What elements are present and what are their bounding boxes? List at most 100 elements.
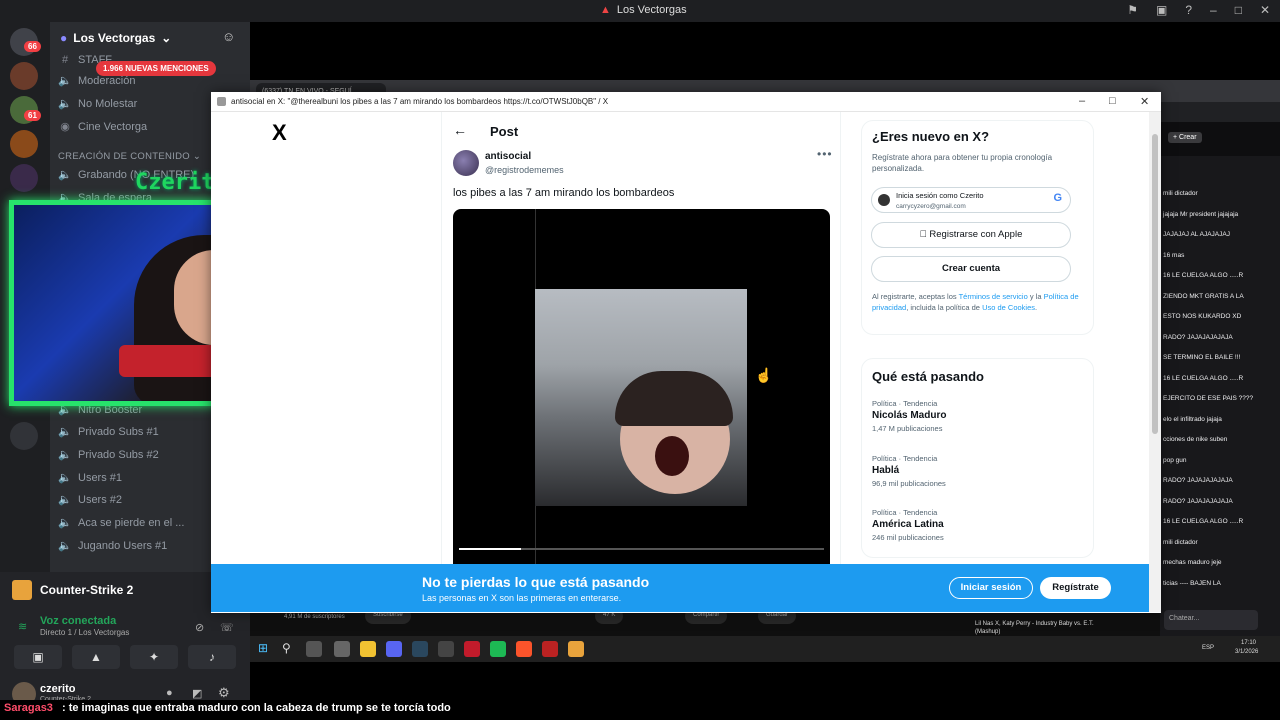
more-options-icon[interactable]: ••• (817, 147, 833, 161)
chat-message: elo el infiltrado jajaja (1163, 415, 1222, 423)
x-browser-window: antisocial en X: "@therealbuni los pibes… (211, 92, 1161, 613)
chat-message: SE TERMINO EL BAILE !!! (1163, 354, 1241, 361)
maximize-icon[interactable]: □ (1235, 3, 1242, 17)
add-member-icon[interactable]: ☺ (222, 29, 235, 44)
discord-icon[interactable] (386, 641, 402, 657)
user-name: czerito (40, 683, 76, 695)
signup-button[interactable]: Regístrate (1040, 577, 1111, 599)
disconnect-icon[interactable]: ☏ (220, 621, 234, 634)
activities-icon: ✦ (148, 650, 160, 664)
speaker-icon: 🔈 (58, 169, 72, 181)
create-button[interactable]: + Crear (1168, 132, 1202, 143)
caption-message: : te imaginas que entraba maduro con la … (62, 702, 451, 714)
trending-title: Qué está pasando (872, 369, 984, 384)
author-handle[interactable]: @registrodememes (485, 165, 564, 175)
brave-icon[interactable] (516, 641, 532, 657)
twitch-chat: + Crear mili dictador jajaja Mr president… (1160, 122, 1280, 640)
app-icon[interactable] (542, 641, 558, 657)
video-hair (615, 371, 733, 426)
server-icon[interactable] (10, 62, 38, 90)
close-icon[interactable]: ✕ (1260, 3, 1270, 17)
explorer-icon[interactable] (360, 641, 376, 657)
settings-icon[interactable]: ⚙ (218, 685, 230, 701)
start-icon[interactable]: ⊞ (258, 641, 274, 657)
server-icon[interactable] (10, 164, 38, 192)
chat-message: pop gun (1163, 456, 1187, 464)
channel-item[interactable]: 🔈 Jugando Users #1 (58, 539, 167, 553)
screen-share-button[interactable]: ▲ (72, 645, 120, 669)
discover-icon[interactable] (10, 422, 38, 450)
x-window-title: antisocial en X: "@therealbuni los pibes… (231, 97, 609, 106)
minimize-icon[interactable]: – (1210, 3, 1217, 17)
channel-item[interactable]: 🔈 Privado Subs #2 (58, 448, 159, 462)
speaker-icon: 🔈 (58, 426, 72, 438)
banner-subtitle: Las personas en X son las primeras en en… (422, 593, 622, 603)
app-icon[interactable] (334, 641, 350, 657)
signup-title: ¿Eres nuevo en X? (872, 129, 990, 144)
window-app-icon (217, 97, 226, 106)
video-progress-bar[interactable] (459, 548, 824, 550)
trend-item[interactable]: Política · Tendencia Hablá 96,9 mil publ… (872, 454, 946, 488)
channel-item[interactable]: 🔈 Users #1 (58, 471, 122, 485)
noise-suppression-icon[interactable]: ⊘ (195, 621, 204, 634)
maximize-icon[interactable]: □ (1109, 95, 1116, 107)
cookies-link[interactable]: Uso de Cookies (982, 303, 1035, 312)
scrollbar-thumb[interactable] (1152, 134, 1158, 434)
task-view-icon[interactable] (306, 641, 322, 657)
speaker-icon: 🔈 (58, 472, 72, 484)
mouse-cursor-icon: ☝ (755, 367, 773, 383)
close-icon[interactable]: ✕ (1140, 95, 1149, 108)
voice-channel[interactable]: Directo 1 / Los Vectorgas (40, 628, 129, 637)
chat-message: mili dictador (1163, 190, 1198, 197)
mic-icon[interactable]: ● (166, 687, 173, 699)
login-button[interactable]: Iniciar sesión (949, 577, 1033, 599)
author-name[interactable]: antisocial (485, 151, 531, 162)
chat-message: EJERCITO DE ESE PAIS ???? (1163, 395, 1254, 402)
apple-icon:  (920, 229, 927, 240)
trend-item[interactable]: Política · Tendencia América Latina 246 … (872, 508, 944, 542)
search-icon[interactable]: ⚲ (282, 641, 298, 657)
channel-item[interactable]: 🔈 Aca se pierde en el ... (58, 516, 184, 530)
subscriber-count: 4,91 M de suscriptores (284, 614, 345, 620)
author-avatar[interactable] (453, 150, 479, 176)
cs2-icon[interactable] (568, 641, 584, 657)
server-icon[interactable] (10, 130, 38, 158)
apple-signup-button[interactable]:  Registrarse con Apple (871, 222, 1071, 248)
language-indicator[interactable]: ESP (1202, 645, 1214, 651)
headphones-icon[interactable]: ◩ (192, 687, 202, 700)
speaker-icon: 🔈 (58, 540, 72, 552)
soundboard-button[interactable]: ♪ (188, 645, 236, 669)
channel-item[interactable]: ◉ Cine Vectorga (58, 120, 147, 134)
create-account-button[interactable]: Crear cuenta (871, 256, 1071, 282)
screen-icon[interactable]: ▣ (1156, 3, 1167, 17)
video-player[interactable] (453, 209, 830, 565)
next-video-title[interactable]: Lil Nas X, Katy Perry - Industry Baby vs… (975, 620, 1105, 636)
category-header[interactable]: CREACIÓN DE CONTENIDO ⌄ (58, 151, 201, 162)
trend-item[interactable]: Política · Tendencia Nicolás Maduro 1,47… (872, 399, 946, 433)
signal-icon: ≋ (18, 621, 28, 633)
clock-date[interactable]: 3/1/2026 (1235, 649, 1258, 655)
channel-item[interactable]: 🔈 Users #2 (58, 493, 122, 507)
channel-item[interactable]: 🔈 No Molestar (58, 97, 137, 111)
x-logo[interactable]: X (272, 120, 287, 146)
broadcast-icon: ◉ (60, 121, 70, 133)
opera-icon[interactable] (464, 641, 480, 657)
channel-item[interactable]: 🔈 Moderación (58, 74, 135, 88)
back-arrow-icon[interactable]: ← (453, 122, 467, 138)
chat-input[interactable]: Chatear... (1164, 610, 1258, 630)
camera-button[interactable]: ▣ (14, 645, 62, 669)
clock-time[interactable]: 17:10 (1241, 640, 1256, 646)
minimize-icon[interactable]: – (1079, 95, 1085, 107)
scrollbar[interactable] (1149, 112, 1161, 612)
inbox-icon[interactable]: ⚑ (1127, 3, 1138, 17)
google-signin-button[interactable]: Inicia sesión como Czerito carrycyzero@g… (871, 187, 1071, 213)
channel-item[interactable]: 🔈 Privado Subs #1 (58, 425, 159, 439)
app-icon[interactable] (438, 641, 454, 657)
terms-link[interactable]: Términos de servicio (959, 292, 1028, 301)
steam-icon[interactable] (412, 641, 428, 657)
server-header[interactable]: ● Los Vectorgas ⌄ ☺ (50, 22, 250, 54)
x-window-titlebar: antisocial en X: "@therealbuni los pibes… (211, 92, 1161, 112)
spotify-icon[interactable] (490, 641, 506, 657)
help-icon[interactable]: ? (1185, 3, 1192, 17)
activities-button[interactable]: ✦ (130, 645, 178, 669)
